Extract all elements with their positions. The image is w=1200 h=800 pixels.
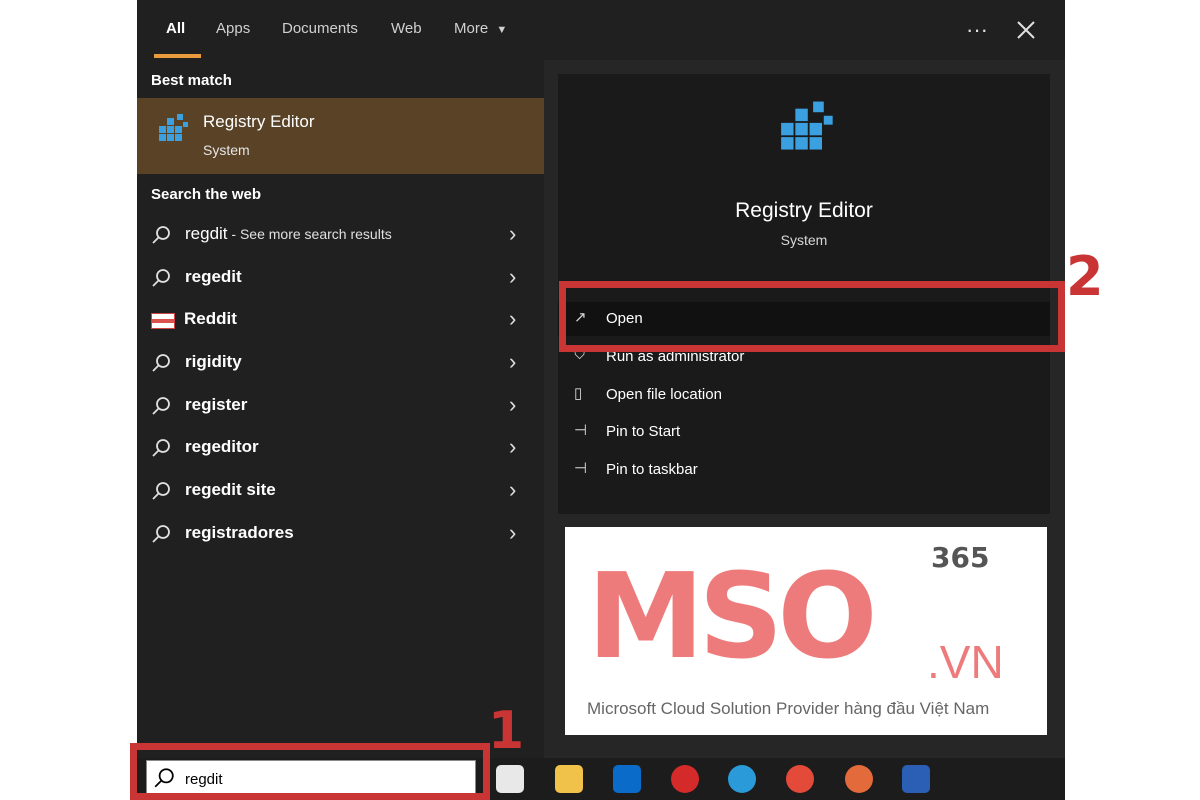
mso-edition: 365 xyxy=(931,541,990,574)
mso-watermark: MSO 365 .VN Microsoft Cloud Solution Pro… xyxy=(565,527,1047,735)
search-icon xyxy=(152,439,170,457)
mso-tagline: Microsoft Cloud Solution Provider hàng đ… xyxy=(587,699,990,718)
tab-more[interactable]: More ▼ xyxy=(454,0,507,60)
chevron-right-icon: › xyxy=(509,221,517,246)
web-result-query: Reddit xyxy=(184,309,237,328)
chevron-right-icon: › xyxy=(509,264,517,289)
file-location-icon: ▯ xyxy=(574,385,583,402)
annotation-number-1: 1 xyxy=(488,701,525,761)
web-result-item[interactable]: regedit › xyxy=(137,256,544,298)
web-result-query: regeditor xyxy=(185,437,259,456)
word-icon[interactable] xyxy=(902,765,930,793)
registry-editor-icon xyxy=(159,114,188,141)
search-icon xyxy=(152,525,170,543)
web-result-item[interactable]: registradores › xyxy=(137,512,544,554)
best-match-title: Registry Editor xyxy=(203,112,315,131)
search-icon xyxy=(152,482,170,500)
app-subtitle: System xyxy=(780,232,828,248)
web-result-query: regedit xyxy=(185,267,242,286)
registry-editor-icon xyxy=(781,101,833,150)
web-result-item[interactable]: regeditor › xyxy=(137,426,544,468)
search-icon xyxy=(152,269,170,287)
tab-web[interactable]: Web xyxy=(391,0,422,60)
chevron-right-icon: › xyxy=(509,392,517,417)
search-icon xyxy=(152,397,170,415)
search-tabs: All Apps Documents Web More ▼ ··· xyxy=(137,0,1065,60)
web-result-item[interactable]: regedit site › xyxy=(137,469,544,511)
pin-icon: ⊣ xyxy=(574,422,588,439)
search-icon xyxy=(152,354,170,372)
web-result-query: register xyxy=(185,395,248,414)
tab-apps[interactable]: Apps xyxy=(216,0,250,60)
tab-all[interactable]: All xyxy=(166,0,185,60)
open-file-location-action[interactable]: ▯ Open file location xyxy=(558,378,1050,412)
mso-brand: MSO xyxy=(587,547,878,685)
web-result-query: rigidity xyxy=(185,352,242,371)
close-icon[interactable] xyxy=(1010,14,1042,46)
ellipsis-icon[interactable]: ··· xyxy=(961,14,993,46)
chevron-right-icon: › xyxy=(509,520,517,545)
web-result-item[interactable]: Reddit › xyxy=(137,298,544,340)
web-result-item[interactable]: rigidity › xyxy=(137,341,544,383)
pin-to-taskbar-label: Pin to taskbar xyxy=(606,461,698,478)
reddit-logo-icon xyxy=(151,313,175,329)
tab-underline xyxy=(154,54,201,58)
mso-domain: .VN xyxy=(927,636,1004,688)
open-file-location-label: Open file location xyxy=(606,386,722,403)
web-result-item[interactable]: regdit - See more search results › xyxy=(137,213,544,255)
chevron-right-icon: › xyxy=(509,306,517,331)
chrome-icon[interactable] xyxy=(786,765,814,793)
web-result-query: regdit xyxy=(185,224,228,243)
chrome-profile-icon[interactable] xyxy=(845,765,873,793)
app-title: Registry Editor xyxy=(735,199,873,222)
best-match-heading: Best match xyxy=(151,72,232,89)
tab-more-label: More xyxy=(454,20,489,37)
best-match-item[interactable]: Registry Editor System xyxy=(137,98,544,174)
results-list: Best match Registry Editor System Search… xyxy=(137,60,544,758)
pin-to-start-label: Pin to Start xyxy=(606,423,681,440)
pin-to-start-action[interactable]: ⊣ Pin to Start xyxy=(558,415,1050,449)
search-icon xyxy=(152,226,170,244)
annotation-number-2: 2 xyxy=(1066,245,1104,308)
file-explorer-icon[interactable] xyxy=(555,765,583,793)
web-result-item[interactable]: register › xyxy=(137,384,544,426)
web-result-query: registradores xyxy=(185,523,294,542)
web-result-suffix: - See more search results xyxy=(227,226,392,242)
edge-icon[interactable] xyxy=(728,765,756,793)
pin-to-taskbar-action[interactable]: ⊣ Pin to taskbar xyxy=(558,453,1050,487)
outlook-icon[interactable] xyxy=(613,765,641,793)
chevron-right-icon: › xyxy=(509,434,517,459)
search-web-heading: Search the web xyxy=(151,186,262,203)
chevron-right-icon: › xyxy=(509,477,517,502)
web-result-query: regedit site xyxy=(185,480,276,499)
pin-icon: ⊣ xyxy=(574,460,588,477)
best-match-subtitle: System xyxy=(203,142,250,158)
opera-icon[interactable] xyxy=(671,765,699,793)
tab-documents[interactable]: Documents xyxy=(282,0,358,60)
annotation-box-2 xyxy=(559,281,1065,352)
task-view-icon[interactable] xyxy=(496,765,524,793)
annotation-box-1 xyxy=(130,743,490,800)
chevron-right-icon: › xyxy=(509,349,517,374)
chevron-down-icon: ▼ xyxy=(496,24,508,36)
